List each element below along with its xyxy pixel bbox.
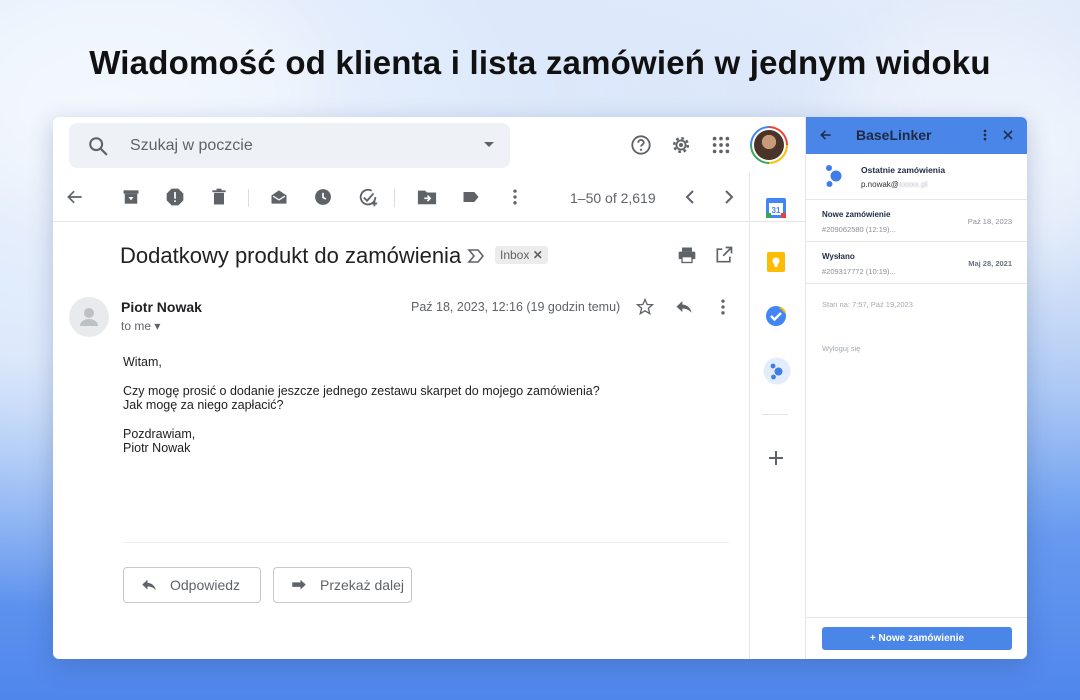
closing: Pozdrawiam, <box>123 426 196 441</box>
data-state-timestamp: Stan na: 7:57, Paź 19,2023 <box>822 300 913 309</box>
recent-orders-title: Ostatnie zamówienia <box>861 165 946 175</box>
sender-avatar[interactable] <box>69 297 109 337</box>
print-icon[interactable] <box>677 245 697 270</box>
new-order-button[interactable]: + Nowe zamówienie <box>822 627 1012 650</box>
email-subject: Dodatkowy produkt do zamówienia <box>120 243 462 268</box>
star-icon[interactable] <box>635 297 655 322</box>
calendar-icon[interactable]: 31 <box>765 197 787 224</box>
mail-toolbar: 1–50 of 2,619 <box>53 173 805 222</box>
panel-footer: + Nowe zamówienie <box>806 617 1027 659</box>
keep-icon[interactable] <box>765 251 787 278</box>
sender-name[interactable]: Piotr Nowak <box>121 299 202 315</box>
add-addon-icon[interactable] <box>767 449 785 472</box>
customer-email-hidden: xxxxx.pl <box>898 180 928 189</box>
search-bar[interactable]: Szukaj w poczcie <box>69 123 510 168</box>
recent-orders-header: Ostatnie zamówienia p.nowak@xxxxx.pl <box>806 154 1027 200</box>
mark-unread-icon[interactable] <box>269 187 289 212</box>
order-item[interactable]: Wysłano #209317772 (10:19)... Maj 28, 20… <box>806 242 1027 284</box>
body-line: Czy mogę prosić o dodanie jeszcze jedneg… <box>123 383 600 398</box>
order-number: #209317772 (10:19)... <box>822 267 896 276</box>
top-bar: Szukaj w poczcie <box>53 117 805 173</box>
move-to-folder-icon[interactable] <box>416 187 438 212</box>
signature: Piotr Nowak <box>123 441 191 455</box>
customer-email: p.nowak@xxxxx.pl <box>861 180 927 189</box>
search-input[interactable]: Szukaj w poczcie <box>130 137 253 155</box>
reply-button[interactable]: Odpowiedz <box>123 567 261 603</box>
divider <box>123 542 729 543</box>
reply-button-label: Odpowiedz <box>170 577 241 593</box>
gmail-area: Szukaj w poczcie 1–50 of 2,619 Dodatkowy… <box>53 117 805 659</box>
help-icon[interactable] <box>630 134 652 161</box>
reply-icon <box>140 576 158 594</box>
snooze-clock-icon[interactable] <box>313 187 333 212</box>
baselinker-logo <box>819 161 849 196</box>
forward-button-label: Przekaż dalej <box>320 577 405 593</box>
more-vert-icon[interactable] <box>978 128 992 147</box>
inbox-label-chip[interactable]: Inbox ✕ <box>495 246 548 264</box>
message-count: 1–50 of 2,619 <box>570 190 656 206</box>
headline: Wiadomość od klienta i lista zamówień w … <box>89 44 991 81</box>
label-icon[interactable] <box>461 187 481 212</box>
svg-text:31: 31 <box>772 206 781 215</box>
reply-icon[interactable] <box>674 297 694 322</box>
search-options-icon[interactable] <box>482 137 496 156</box>
more-vert-icon[interactable] <box>505 187 525 212</box>
panel-header: BaseLinker <box>806 117 1027 154</box>
customer-email-value: p.nowak@ <box>861 180 899 189</box>
order-status: Wysłano <box>822 252 855 261</box>
order-number: #209062580 (12:19)... <box>822 225 896 234</box>
forward-icon <box>290 576 308 594</box>
body-line: Jak mogę za niego zapłacić? <box>123 398 284 412</box>
open-new-window-icon[interactable] <box>714 245 734 270</box>
chevron-down-icon[interactable]: ▾ <box>154 319 160 333</box>
account-avatar[interactable] <box>750 126 788 164</box>
chevron-right-icon[interactable] <box>719 187 737 212</box>
relative-time: (19 godzin temu) <box>526 300 621 314</box>
panel-title: BaseLinker <box>856 127 932 143</box>
add-task-icon[interactable] <box>357 187 379 214</box>
email-date: Paź 18, 2023, 12:16 (19 godzin temu) <box>411 300 620 314</box>
close-icon[interactable] <box>1001 128 1015 147</box>
order-item[interactable]: Nowe zamówienie #209062580 (12:19)... Pa… <box>806 200 1027 242</box>
side-rail: 31 <box>749 173 805 659</box>
order-date: Paź 18, 2023 <box>967 217 1012 226</box>
inbox-label: Inbox <box>500 248 530 262</box>
delete-icon[interactable] <box>209 187 229 212</box>
gear-icon[interactable] <box>670 134 692 161</box>
tasks-icon[interactable] <box>765 305 787 332</box>
report-spam-icon[interactable] <box>165 187 185 212</box>
archive-icon[interactable] <box>121 187 141 212</box>
greeting: Witam, <box>123 355 162 369</box>
email-body: Witam, Czy mogę prosić o dodanie jeszcze… <box>123 355 600 456</box>
search-icon[interactable] <box>87 135 109 162</box>
remove-label-icon[interactable]: ✕ <box>533 248 543 262</box>
baselinker-addon-icon[interactable] <box>763 357 791 390</box>
app-window: Szukaj w poczcie 1–50 of 2,619 Dodatkowy… <box>53 117 1027 659</box>
back-arrow-icon[interactable] <box>65 187 85 212</box>
recipient-label: to me <box>121 319 152 333</box>
apps-grid-icon[interactable] <box>710 134 732 161</box>
chevron-left-icon[interactable] <box>682 187 700 212</box>
recipient-details[interactable]: to me ▾ <box>121 319 160 333</box>
back-arrow-icon[interactable] <box>819 128 833 147</box>
order-date: Maj 28, 2021 <box>968 259 1012 268</box>
baselinker-panel: BaseLinker Ostatnie zamówienia p.nowak@x… <box>805 117 1027 659</box>
forward-button[interactable]: Przekaż dalej <box>273 567 412 603</box>
logout-link[interactable]: Wyloguj się <box>822 344 860 353</box>
order-status: Nowe zamówienie <box>822 210 891 219</box>
more-vert-icon[interactable] <box>713 297 733 322</box>
importance-marker-icon[interactable] <box>467 248 485 269</box>
date-value: Paź 18, 2023, 12:16 <box>411 300 523 314</box>
